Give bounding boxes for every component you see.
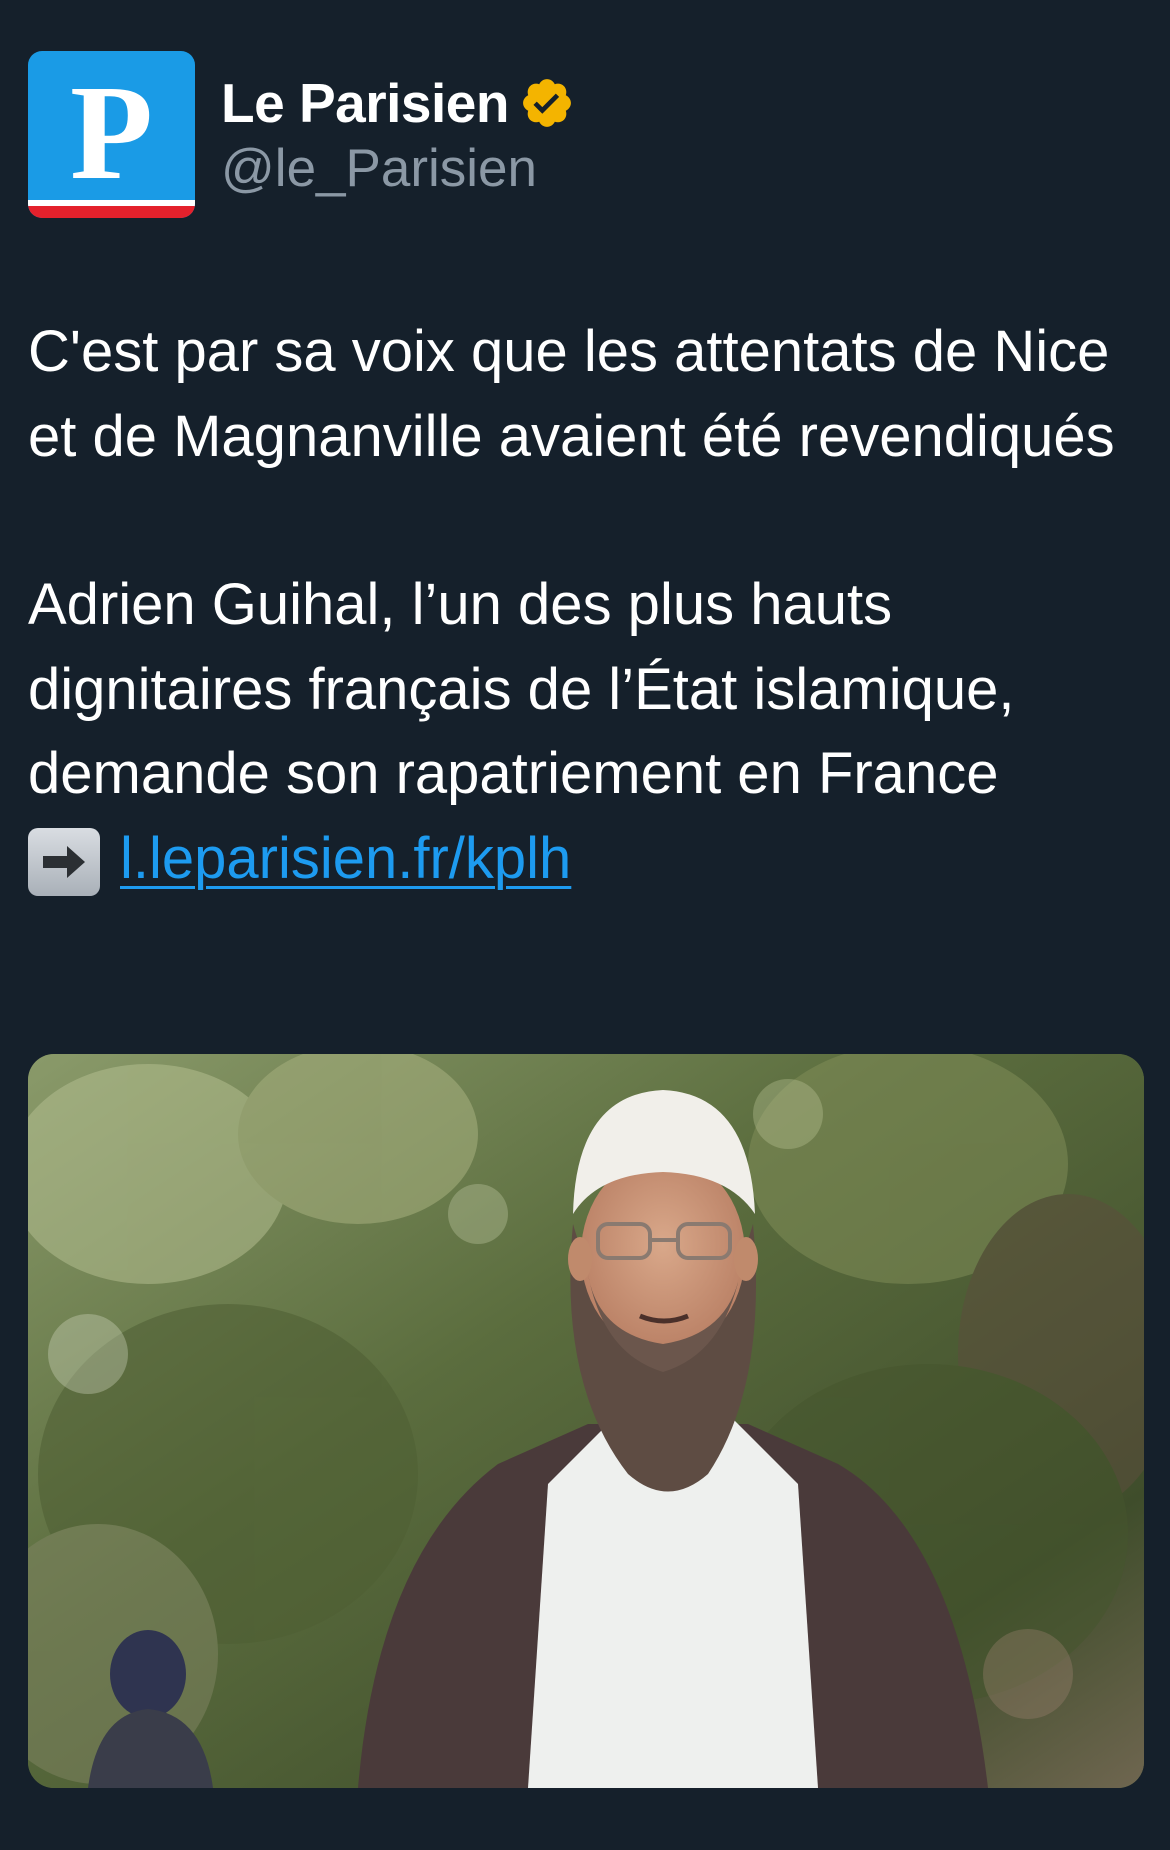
account-identity: Le Parisien @le_Parisien: [221, 70, 575, 199]
tweet-text: C'est par sa voix que les attentats de N…: [28, 310, 1148, 901]
display-name[interactable]: Le Parisien: [221, 71, 509, 135]
name-row: Le Parisien: [221, 70, 575, 136]
right-arrow-emoji-icon: [28, 827, 100, 896]
account-handle[interactable]: @le_Parisien: [221, 138, 575, 199]
photo-image: [28, 1054, 1144, 1788]
tweet-paragraph-2: Adrien Guihal, l’un des plus hauts digni…: [28, 572, 1015, 806]
tweet-photo[interactable]: [28, 1054, 1144, 1788]
link-row: l.leparisien.fr/kplh: [28, 817, 1148, 902]
avatar-letter: P: [69, 57, 154, 208]
avatar[interactable]: P: [28, 50, 195, 218]
tweet-header: P Le Parisien @le_Parisien: [28, 50, 575, 218]
verified-badge-icon: [523, 78, 571, 127]
tweet-paragraph-1: C'est par sa voix que les attentats de N…: [28, 319, 1115, 469]
article-link[interactable]: l.leparisien.fr/kplh: [120, 817, 571, 902]
avatar-red-stripe: [28, 205, 195, 218]
